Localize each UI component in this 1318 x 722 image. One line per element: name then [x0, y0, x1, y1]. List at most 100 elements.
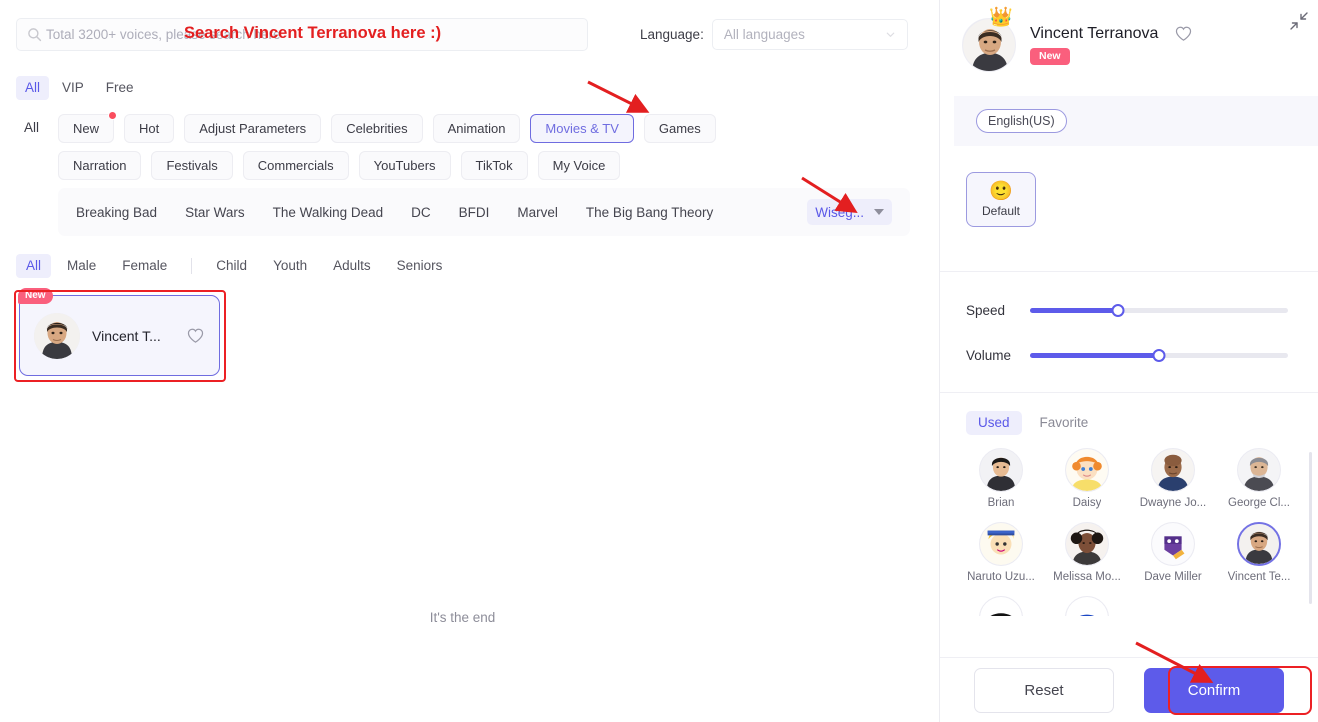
language-select[interactable]: All languages: [711, 19, 908, 50]
subtag-star-wars[interactable]: Star Wars: [185, 205, 245, 220]
library-avatar-name: Naruto Uzu...: [967, 571, 1035, 583]
library-avatar-image: [1065, 596, 1109, 616]
plan-tab-all[interactable]: All: [16, 76, 50, 100]
category-chip-animation[interactable]: Animation: [432, 114, 521, 143]
category-chip-festivals[interactable]: Festivals: [151, 151, 233, 180]
library-avatar-image: [979, 522, 1023, 566]
demographic-filter-female[interactable]: Female: [112, 254, 177, 278]
heart-icon[interactable]: [1174, 24, 1193, 43]
language-select-value: All languages: [723, 27, 805, 42]
end-of-list-text: It's the end: [429, 610, 496, 625]
demographic-filter-seniors[interactable]: Seniors: [387, 254, 453, 278]
library-avatar-item[interactable]: Brian: [958, 448, 1044, 522]
category-all-label[interactable]: All: [24, 120, 39, 135]
subtag-dc[interactable]: DC: [411, 205, 431, 220]
caret-down-icon: [874, 209, 884, 215]
library-tab-used[interactable]: Used: [966, 411, 1022, 435]
category-chip-celebrities[interactable]: Celebrities: [331, 114, 423, 143]
divider-library: [940, 392, 1318, 393]
volume-slider-knob[interactable]: [1152, 348, 1166, 362]
library-avatar-item[interactable]: Melissa Mo...: [1044, 522, 1130, 596]
plan-tab-vip[interactable]: VIP: [53, 76, 93, 100]
category-chip-youtubers[interactable]: YouTubers: [358, 151, 451, 180]
detail-new-badge: New: [1030, 48, 1070, 65]
category-chip-movies-tv[interactable]: Movies & TV: [530, 114, 634, 143]
category-chip-games[interactable]: Games: [643, 114, 716, 143]
volume-slider-fill: [1030, 353, 1159, 358]
library-avatar-item[interactable]: Vincent Te...: [1216, 522, 1302, 596]
library-avatar-item[interactable]: Daisy: [1044, 448, 1130, 522]
voice-browser-panel: Language: All languages All VIP Free All…: [0, 0, 940, 722]
library-avatar-item[interactable]: Dwayne Jo...: [1130, 448, 1216, 522]
search-row: Language: All languages: [0, 0, 940, 68]
emotion-default-button[interactable]: 🙂 Default: [966, 172, 1036, 227]
speed-slider-fill: [1030, 308, 1118, 313]
speed-slider[interactable]: [1030, 303, 1288, 317]
category-chip-narration[interactable]: Narration: [58, 151, 142, 180]
library-scrollbar[interactable]: [1309, 452, 1312, 604]
divider-emotion: [940, 271, 1318, 272]
subtag-more-label: Wiseg...: [815, 204, 864, 220]
library-avatar-name: Daisy: [1072, 497, 1102, 509]
library-tabs: Used Favorite: [966, 411, 1100, 435]
library-avatar-item[interactable]: George Cl...: [1216, 448, 1302, 522]
subtag-more-dropdown[interactable]: Wiseg...: [807, 199, 892, 225]
library-avatar-item[interactable]: Dave Miller: [1130, 522, 1216, 596]
category-chip-tiktok[interactable]: TikTok: [460, 151, 528, 180]
crown-icon: 👑: [989, 7, 1013, 28]
action-button-row: Reset Confirm: [940, 668, 1318, 713]
voice-card-vincent-terranova[interactable]: New Vincent T...: [18, 288, 220, 376]
speed-slider-knob[interactable]: [1111, 303, 1125, 317]
collapse-icon[interactable]: [1288, 10, 1310, 32]
volume-slider[interactable]: [1030, 348, 1288, 362]
filter-divider: [191, 258, 193, 274]
search-icon: [27, 27, 42, 42]
library-avatar-name: Dwayne Jo...: [1139, 497, 1207, 509]
reset-button[interactable]: Reset: [974, 668, 1114, 713]
subtag-the-big-bang-theory[interactable]: The Big Bang Theory: [586, 205, 713, 220]
divider-actions: [940, 657, 1318, 658]
library-avatar-item[interactable]: [1044, 596, 1130, 616]
plan-tab-free[interactable]: Free: [97, 76, 143, 100]
category-chips-row-1: New Hot Adjust Parameters Celebrities An…: [58, 111, 716, 143]
category-chip-label: New: [73, 121, 100, 136]
smiley-icon: 🙂: [989, 180, 1013, 202]
library-avatar-name: Melissa Mo...: [1053, 571, 1121, 583]
demographic-filter-youth[interactable]: Youth: [263, 254, 317, 278]
library-avatar-name: Brian: [987, 497, 1015, 509]
library-avatar-item[interactable]: [958, 596, 1044, 616]
demographic-filter-all[interactable]: All: [16, 254, 52, 278]
category-chip-new[interactable]: New: [58, 111, 118, 143]
subtag-the-walking-dead[interactable]: The Walking Dead: [273, 205, 384, 220]
library-avatar-image: [1151, 522, 1195, 566]
plan-tabs: All VIP Free: [16, 76, 143, 100]
subtag-bfdi[interactable]: BFDI: [459, 205, 490, 220]
language-filter: Language: All languages: [640, 19, 908, 50]
library-tab-favorite[interactable]: Favorite: [1028, 411, 1101, 435]
volume-slider-label: Volume: [966, 348, 1012, 363]
library-avatar-name: Dave Miller: [1144, 571, 1202, 583]
category-chip-hot[interactable]: Hot: [124, 114, 175, 143]
heart-icon[interactable]: [186, 326, 205, 345]
subtag-marvel[interactable]: Marvel: [517, 205, 558, 220]
confirm-button[interactable]: Confirm: [1144, 668, 1284, 713]
volume-slider-row: Volume: [966, 348, 1288, 363]
voice-picker-window: Language: All languages All VIP Free All…: [0, 0, 1318, 722]
demographic-filter-male[interactable]: Male: [57, 254, 106, 278]
speed-slider-row: Speed: [966, 303, 1288, 318]
notification-dot-icon: [108, 111, 118, 120]
demographic-filter-child[interactable]: Child: [206, 254, 257, 278]
detail-name-block: Vincent Terranova New: [1030, 18, 1193, 65]
emotion-default-label: Default: [981, 203, 1021, 218]
category-chip-adjust-parameters[interactable]: Adjust Parameters: [184, 114, 322, 143]
library-avatar-image: [1065, 448, 1109, 492]
subtag-breaking-bad[interactable]: Breaking Bad: [76, 205, 157, 220]
category-chip-my-voice[interactable]: My Voice: [537, 151, 621, 180]
category-chip-commercials[interactable]: Commercials: [242, 151, 349, 180]
voice-card-avatar: [34, 312, 80, 359]
category-chips-row-2: Narration Festivals Commercials YouTuber…: [58, 151, 621, 180]
detail-language-chip[interactable]: English(US): [976, 109, 1067, 133]
demographic-filter-adults[interactable]: Adults: [323, 254, 381, 278]
library-avatar-item[interactable]: Naruto Uzu...: [958, 522, 1044, 596]
library-avatar-name: George Cl...: [1228, 497, 1290, 509]
